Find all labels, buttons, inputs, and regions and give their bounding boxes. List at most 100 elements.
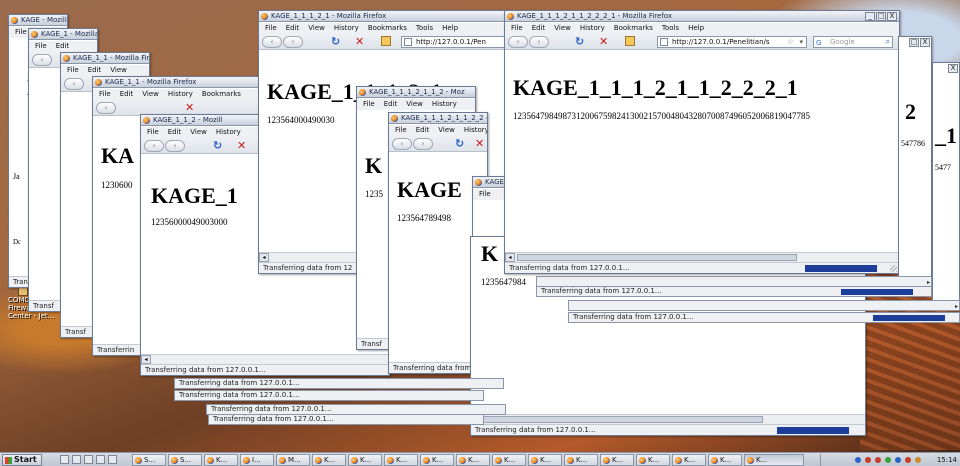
horizontal-scrollbar[interactable]: ◂ <box>141 354 389 364</box>
url-bar[interactable]: http://127.0.0.1/Penelitian/s ☆ ▾ <box>657 36 807 48</box>
menu-history[interactable]: History <box>216 128 241 136</box>
taskbar-button[interactable]: K... <box>204 454 238 466</box>
tray-icon[interactable] <box>885 457 891 463</box>
menu-file[interactable]: File <box>395 126 407 134</box>
quick-launch-icon[interactable] <box>72 455 81 464</box>
window-titlebar[interactable]: KAGE_1_1 - Mozilla Firefox <box>61 53 149 64</box>
bookmark-star-icon[interactable]: ☆ <box>787 37 794 47</box>
scroll-left-icon[interactable]: ◂ <box>505 253 515 262</box>
forward-button[interactable]: › <box>283 36 303 48</box>
scroll-thumb[interactable] <box>483 416 763 423</box>
close-button[interactable]: X <box>948 64 958 73</box>
menu-view[interactable]: View <box>142 90 159 98</box>
stop-icon[interactable]: ✕ <box>599 35 608 49</box>
reload-icon[interactable]: ↻ <box>213 139 222 153</box>
maximize-button[interactable]: □ <box>909 38 919 47</box>
clock[interactable]: 15:14 <box>937 455 957 465</box>
taskbar-button[interactable]: K... <box>384 454 418 466</box>
back-button[interactable]: ‹ <box>64 78 84 90</box>
minimize-button[interactable]: _ <box>865 12 875 21</box>
forward-button[interactable]: › <box>165 140 185 152</box>
firefox-window-kage-front[interactable]: KAGE_1_1_1_2_1_1_2_2_2_1 - Mozilla Firef… <box>504 10 900 274</box>
menu-edit[interactable]: Edit <box>120 90 134 98</box>
menu-file[interactable]: File <box>35 42 47 50</box>
taskbar-button-active[interactable]: K... <box>744 454 804 466</box>
menu-file[interactable]: File <box>147 128 159 136</box>
search-input[interactable]: G Google ⌕ <box>813 36 893 48</box>
window-titlebar[interactable]: KAGE_1_1_1_2_1_1_2_2_2_1 - Mozilla Firef… <box>505 11 899 22</box>
menu-file[interactable]: File <box>67 66 79 74</box>
back-button[interactable]: ‹ <box>96 102 116 114</box>
back-button[interactable]: ‹ <box>508 36 528 48</box>
menu-history[interactable]: History <box>432 100 457 108</box>
quick-launch-icon[interactable] <box>108 455 117 464</box>
tray-icon[interactable] <box>915 457 921 463</box>
maximize-button[interactable]: □ <box>876 12 886 21</box>
menu-tools[interactable]: Tools <box>662 24 679 32</box>
tray-icon[interactable] <box>865 457 871 463</box>
menu-help[interactable]: Help <box>442 24 458 32</box>
taskbar-button[interactable]: S... <box>132 454 166 466</box>
resize-grip-icon[interactable] <box>890 265 897 272</box>
back-button[interactable]: ‹ <box>144 140 164 152</box>
reload-icon[interactable]: ↻ <box>575 35 584 49</box>
tray-icon[interactable] <box>895 457 901 463</box>
menu-view[interactable]: View <box>438 126 455 134</box>
scroll-left-icon[interactable]: ◂ <box>259 253 269 262</box>
window-titlebar[interactable]: KAGE - Mozilla Firefox <box>9 15 67 26</box>
menu-edit[interactable]: Edit <box>88 66 102 74</box>
url-bar[interactable]: http://127.0.0.1/Pen <box>401 36 507 48</box>
close-button[interactable]: X <box>887 12 897 21</box>
scroll-right-icon[interactable]: ▸ <box>955 302 958 310</box>
window-titlebar[interactable]: KAGE_1_1_1_2_1 - Mozilla Firefox <box>259 11 507 22</box>
menu-help[interactable]: Help <box>688 24 704 32</box>
menu-view[interactable]: View <box>406 100 423 108</box>
taskbar-button[interactable]: I... <box>240 454 274 466</box>
reload-icon[interactable]: ↻ <box>331 35 340 49</box>
close-button[interactable]: X <box>920 38 930 47</box>
search-icon[interactable]: ⌕ <box>886 37 890 47</box>
horizontal-scrollbar[interactable]: ◂ <box>471 414 865 424</box>
menu-file[interactable]: File <box>265 24 277 32</box>
back-button[interactable]: ‹ <box>32 54 52 66</box>
menu-history[interactable]: History <box>334 24 359 32</box>
taskbar-button[interactable]: K... <box>636 454 670 466</box>
menu-edit[interactable]: Edit <box>416 126 430 134</box>
firefox-window-right-peek-1[interactable]: □ X 2 547786 <box>898 36 932 280</box>
taskbar-button[interactable]: K... <box>492 454 526 466</box>
menu-edit[interactable]: Edit <box>532 24 546 32</box>
menu-bookmarks[interactable]: Bookmarks <box>368 24 407 32</box>
menu-bookmarks[interactable]: Bookmarks <box>202 90 241 98</box>
forward-button[interactable]: › <box>529 36 549 48</box>
menu-edit[interactable]: Edit <box>384 100 398 108</box>
taskbar-button[interactable]: K... <box>312 454 346 466</box>
menu-view[interactable]: View <box>110 66 127 74</box>
scroll-left-icon[interactable]: ◂ <box>141 355 151 364</box>
taskbar-button[interactable]: K... <box>528 454 562 466</box>
menu-edit[interactable]: Edit <box>168 128 182 136</box>
quick-launch-icon[interactable] <box>96 455 105 464</box>
taskbar-button[interactable]: K... <box>672 454 706 466</box>
quick-launch-icon[interactable] <box>60 455 69 464</box>
window-titlebar[interactable]: KAGE_1_1_1_2_1_1_2 - Moz <box>357 87 475 98</box>
menu-file[interactable]: File <box>99 90 111 98</box>
menu-file[interactable]: File <box>511 24 523 32</box>
menu-view[interactable]: View <box>308 24 325 32</box>
taskbar-button[interactable]: K... <box>456 454 490 466</box>
menu-view[interactable]: View <box>554 24 571 32</box>
stop-icon[interactable]: ✕ <box>237 139 246 153</box>
back-button[interactable]: ‹ <box>392 138 412 150</box>
taskbar-button[interactable]: K... <box>708 454 742 466</box>
menu-bookmarks[interactable]: Bookmarks <box>614 24 653 32</box>
menu-edit[interactable]: Edit <box>286 24 300 32</box>
tray-icon[interactable] <box>855 457 861 463</box>
window-titlebar[interactable]: KAGE_1 - Mozilla Firefox <box>29 29 97 40</box>
reload-icon[interactable]: ↻ <box>455 137 464 151</box>
taskbar-button[interactable]: K... <box>600 454 634 466</box>
home-icon[interactable] <box>381 36 391 46</box>
menu-edit[interactable]: Edit <box>56 42 70 50</box>
taskbar-button[interactable]: M... <box>276 454 310 466</box>
menu-history[interactable]: History <box>168 90 193 98</box>
taskbar-button[interactable]: K... <box>564 454 598 466</box>
start-button[interactable]: Start <box>2 454 42 466</box>
